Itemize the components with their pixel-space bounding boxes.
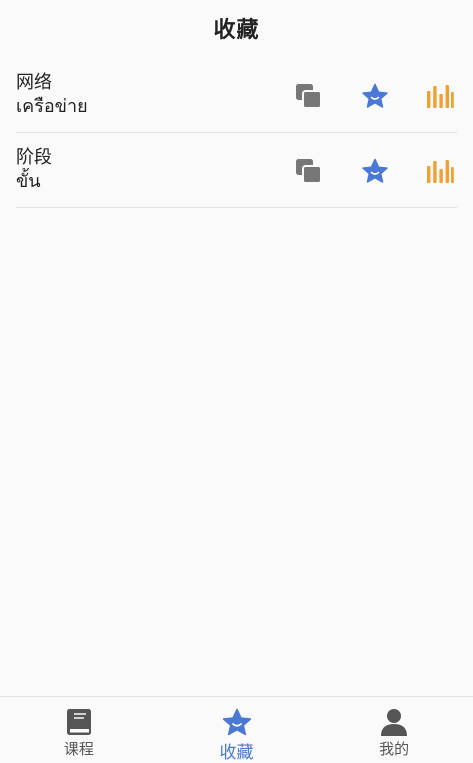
row-actions <box>282 58 457 132</box>
tab-favorites[interactable]: 收藏 <box>158 697 316 763</box>
copy-icon[interactable] <box>294 157 324 185</box>
page-title: 收藏 <box>213 18 260 43</box>
app-screen: 收藏 网络 เครือข่าย 阶段 ขั้น 课程 收藏 我的 <box>0 0 473 763</box>
bar-chart-icon[interactable] <box>425 157 455 185</box>
tab-label: 课程 <box>63 740 94 758</box>
tab-profile[interactable]: 我的 <box>315 697 473 763</box>
list-item[interactable]: 阶段 ขั้น <box>16 133 457 208</box>
bottom-tab-bar: 课程 收藏 我的 <box>0 696 473 763</box>
favorites-list: 网络 เครือข่าย 阶段 ขั้น <box>0 58 473 208</box>
tab-label: 我的 <box>379 740 410 758</box>
copy-icon[interactable] <box>294 82 324 110</box>
star-icon[interactable] <box>360 157 390 185</box>
tab-courses[interactable]: 课程 <box>0 697 158 763</box>
header: 收藏 <box>0 0 473 56</box>
person-icon <box>379 707 409 737</box>
star-icon <box>222 707 252 737</box>
list-item[interactable]: 网络 เครือข่าย <box>16 58 457 133</box>
book-icon <box>64 707 94 737</box>
tab-label: 收藏 <box>219 743 254 763</box>
bar-chart-icon[interactable] <box>425 82 455 110</box>
star-icon[interactable] <box>360 82 390 110</box>
row-actions <box>282 133 457 207</box>
